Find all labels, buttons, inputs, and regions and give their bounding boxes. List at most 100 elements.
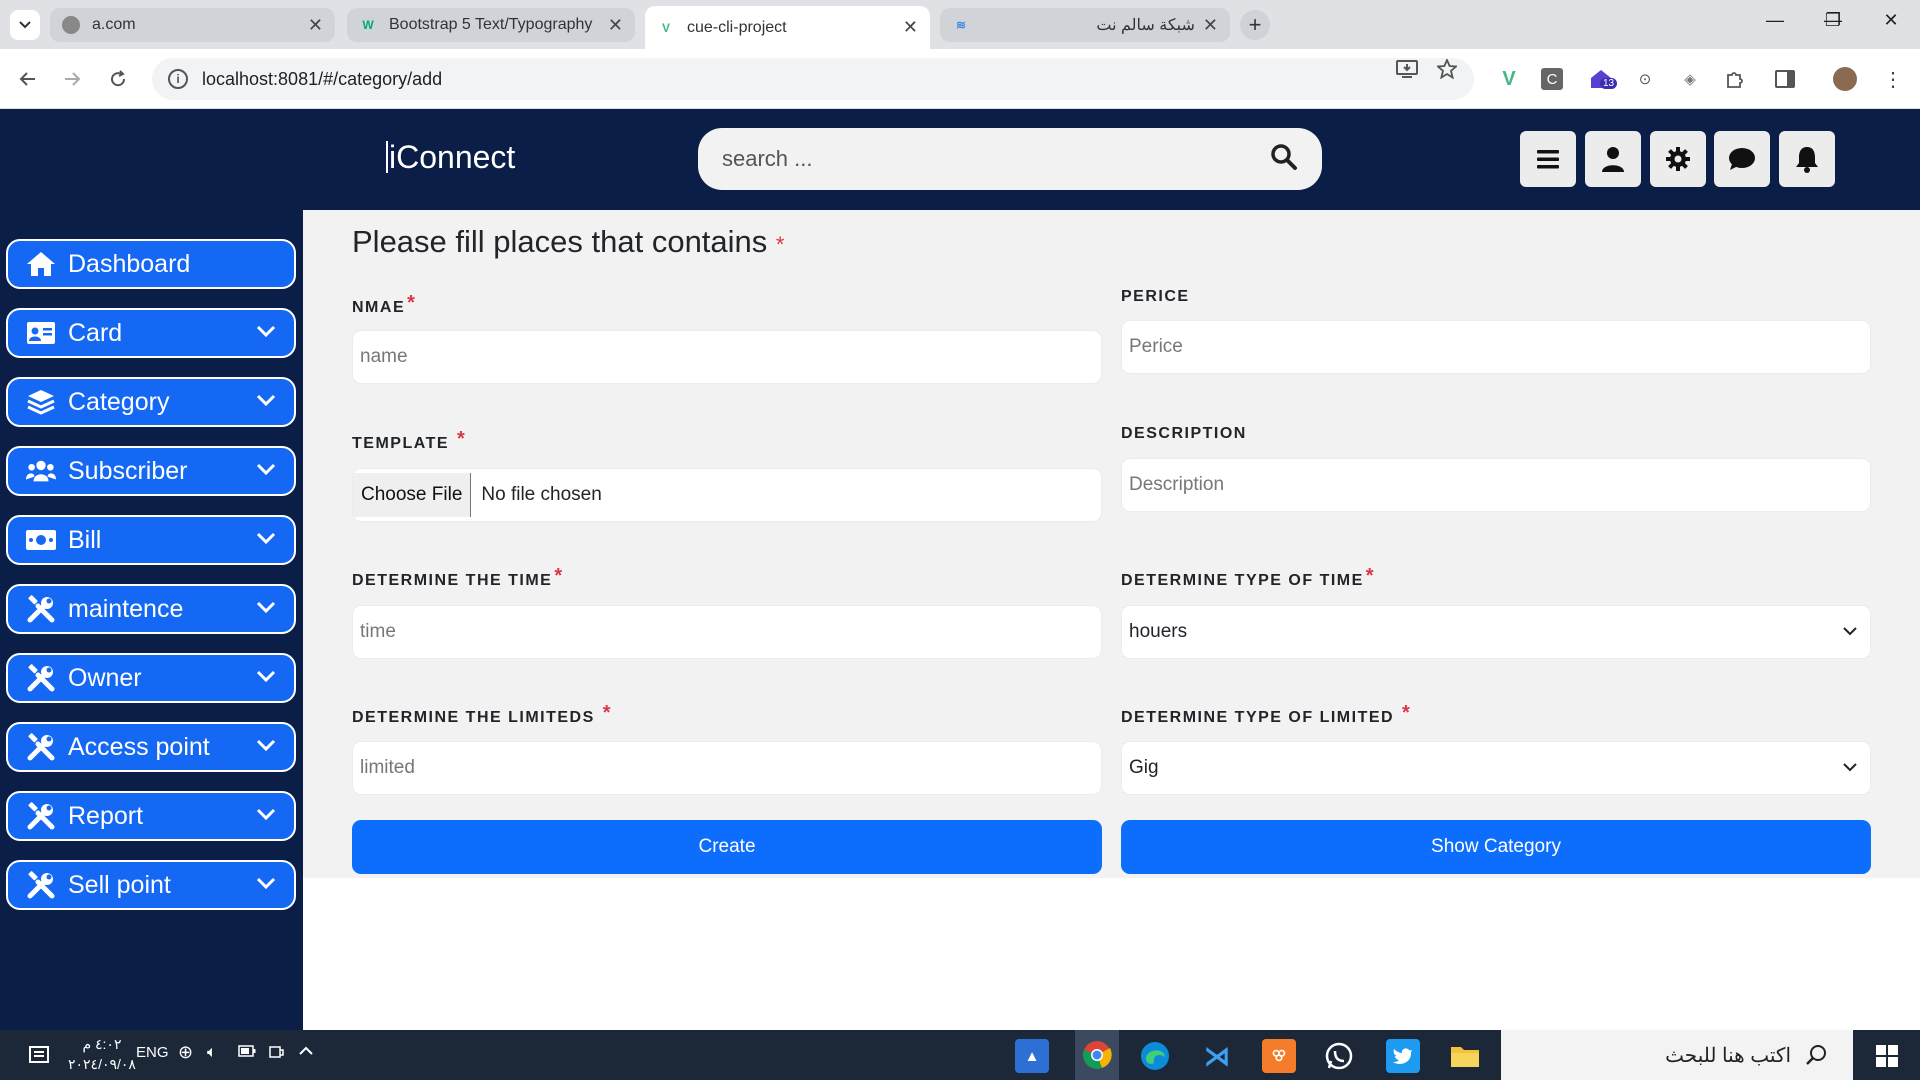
close-icon[interactable]: ✕: [608, 15, 623, 36]
name-input[interactable]: name: [352, 330, 1102, 384]
chevron-down-icon: [256, 463, 276, 476]
messages-button[interactable]: [1714, 131, 1770, 187]
choose-file-button[interactable]: Choose File: [353, 473, 472, 517]
notification-center-icon[interactable]: [22, 1039, 56, 1073]
sidebar-item-maintence[interactable]: maintence: [6, 584, 296, 634]
sidebar-item-dashboard[interactable]: Dashboard: [6, 239, 296, 289]
site-info-icon[interactable]: i: [168, 69, 188, 89]
new-tab-button[interactable]: +: [1240, 10, 1270, 40]
search-icon: [1806, 1045, 1826, 1065]
limited-type-select[interactable]: Gig: [1121, 741, 1871, 795]
extension-circle-icon[interactable]: ⊙: [1632, 66, 1658, 92]
taskbar-search-text: اكتب هنا للبحث: [1665, 1044, 1791, 1067]
clock-date: ٢٠٢٤/٠٩/٠٨: [68, 1056, 136, 1072]
browser-tab-4[interactable]: ≋ شبكة سالم نت ✕: [940, 8, 1230, 42]
users-icon: [26, 456, 56, 486]
vscode-app-icon[interactable]: ⋊: [1200, 1039, 1234, 1073]
close-icon[interactable]: ✕: [903, 17, 918, 38]
form-heading: Please fill places that contains *: [352, 224, 784, 260]
notifications-button[interactable]: [1779, 131, 1835, 187]
volume-icon[interactable]: 🔈︎: [207, 1044, 217, 1062]
language-indicator[interactable]: ENG: [136, 1044, 169, 1061]
settings-button[interactable]: [1650, 131, 1706, 187]
chevron-down-icon: [256, 739, 276, 752]
search-input[interactable]: [722, 146, 1270, 172]
file-explorer-icon[interactable]: [1448, 1039, 1482, 1073]
required-mark: *: [554, 565, 564, 587]
device-icon[interactable]: [268, 1044, 284, 1064]
required-mark: *: [602, 702, 613, 724]
photos-app-icon[interactable]: ▲: [1015, 1039, 1049, 1073]
network-globe-icon[interactable]: ⊕: [178, 1042, 193, 1063]
sidebar-item-report[interactable]: Report: [6, 791, 296, 841]
url-bar[interactable]: i localhost:8081/#/category/add: [152, 58, 1474, 100]
xampp-app-icon[interactable]: ꕢ: [1262, 1039, 1296, 1073]
tab-title: Bootstrap 5 Text/Typography: [389, 16, 593, 33]
description-input[interactable]: Description: [1121, 458, 1871, 512]
twitter-app-icon[interactable]: [1386, 1039, 1420, 1073]
close-icon[interactable]: ✕: [308, 15, 323, 36]
create-button[interactable]: Create: [352, 820, 1102, 874]
bookmark-star-icon[interactable]: [1435, 57, 1459, 85]
side-panel-icon[interactable]: [1772, 66, 1798, 92]
chrome-app-icon[interactable]: [1075, 1030, 1119, 1080]
time-label: DETERMINE THE TIME *: [352, 565, 564, 589]
sidebar-item-category[interactable]: Category: [6, 377, 296, 427]
profile-avatar[interactable]: [1833, 67, 1857, 91]
window-close-button[interactable]: ✕: [1876, 10, 1906, 31]
close-icon[interactable]: ✕: [1203, 15, 1218, 36]
menu-button[interactable]: [1520, 131, 1576, 187]
window-restore-button[interactable]: ❐: [1818, 10, 1848, 31]
sidebar-item-subscriber[interactable]: Subscriber: [6, 446, 296, 496]
window-minimize-button[interactable]: —: [1760, 10, 1790, 31]
browser-tab-3-active[interactable]: V cue-cli-project ✕: [645, 6, 930, 49]
vue-devtools-icon[interactable]: V: [1496, 66, 1522, 92]
reload-button[interactable]: [102, 63, 134, 95]
back-button[interactable]: [12, 63, 44, 95]
tab-search-dropdown[interactable]: [10, 10, 40, 40]
taskbar-search-box[interactable]: اكتب هنا للبحث: [1501, 1030, 1853, 1080]
time-type-select[interactable]: houers: [1121, 605, 1871, 659]
sidebar-item-sell-point[interactable]: Sell point: [6, 860, 296, 910]
windows-start-icon[interactable]: [1870, 1039, 1904, 1073]
chevron-up-icon[interactable]: [298, 1044, 314, 1061]
install-app-icon[interactable]: [1396, 59, 1418, 85]
required-mark: *: [1402, 702, 1412, 724]
template-file-input[interactable]: Choose File No file chosen: [352, 468, 1102, 522]
user-button[interactable]: [1585, 131, 1641, 187]
sidebar-item-owner[interactable]: Owner: [6, 653, 296, 703]
brand-logo[interactable]: iConnect: [386, 139, 515, 176]
required-mark: *: [775, 232, 785, 257]
search-icon[interactable]: [1270, 143, 1298, 176]
clock[interactable]: ٤:٠٢ م ٢٠٢٤/٠٩/٠٨: [68, 1034, 136, 1074]
forward-button[interactable]: [56, 63, 88, 95]
extension-badge-icon[interactable]: 13: [1588, 66, 1618, 92]
tab-title: شبكة سالم نت: [1096, 17, 1195, 34]
extension-shield-icon[interactable]: ◈: [1677, 66, 1703, 92]
browser-menu-icon[interactable]: ⋮: [1880, 66, 1906, 92]
app-header: iConnect: [0, 109, 1920, 210]
extensions-puzzle-icon[interactable]: [1722, 66, 1748, 92]
clock-time: ٤:٠٢ م: [82, 1036, 122, 1052]
limited-input[interactable]: limited: [352, 741, 1102, 795]
extension-c-icon[interactable]: C: [1541, 68, 1563, 90]
show-category-button[interactable]: Show Category: [1121, 820, 1871, 874]
user-icon: [1602, 147, 1624, 172]
sidebar-item-card[interactable]: Card: [6, 308, 296, 358]
browser-tab-2[interactable]: W Bootstrap 5 Text/Typography ✕: [347, 8, 635, 42]
browser-tab-1[interactable]: a.com ✕: [50, 8, 335, 42]
sidebar-item-bill[interactable]: Bill: [6, 515, 296, 565]
battery-icon[interactable]: [238, 1044, 256, 1061]
limited-placeholder: limited: [360, 757, 415, 778]
name-label: NMAE *: [352, 292, 417, 316]
sidebar-item-access-point[interactable]: Access point: [6, 722, 296, 772]
edge-app-icon[interactable]: [1138, 1039, 1172, 1073]
whatsapp-app-icon[interactable]: [1322, 1039, 1356, 1073]
chevron-down-icon: [256, 877, 276, 890]
sidebar-item-label: Dashboard: [68, 249, 191, 278]
brand-text: iConnect: [389, 139, 516, 175]
price-input[interactable]: Perice: [1121, 320, 1871, 374]
sidebar-item-label: Report: [68, 801, 144, 830]
file-status-text: No file chosen: [481, 484, 602, 505]
time-input[interactable]: time: [352, 605, 1102, 659]
